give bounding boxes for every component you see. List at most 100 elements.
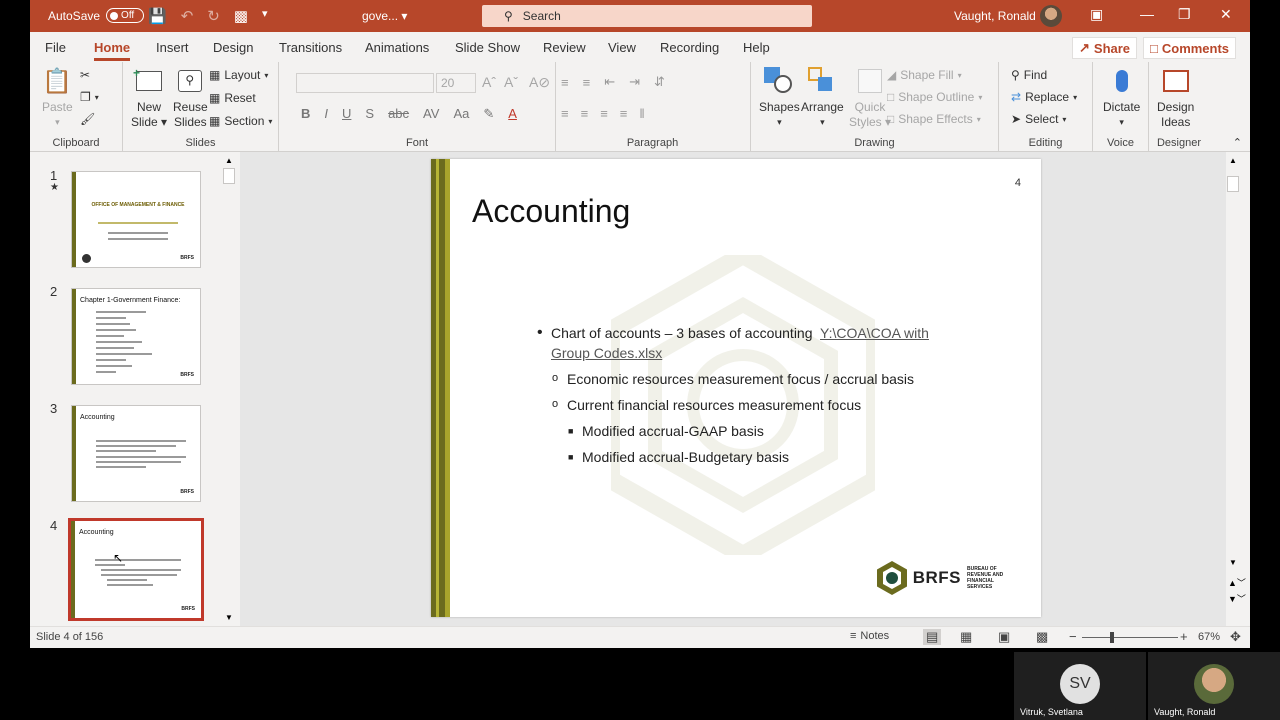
tab-insert[interactable]: Insert: [156, 40, 189, 55]
char-spacing-icon[interactable]: AV: [423, 106, 439, 122]
scroll-up-icon[interactable]: ▲: [225, 156, 233, 165]
reading-view-icon[interactable]: ▣: [998, 629, 1010, 645]
tab-help[interactable]: Help: [743, 40, 770, 55]
slide-scroll-thumb[interactable]: [1227, 176, 1239, 192]
collapse-ribbon-icon[interactable]: ⌃: [1233, 136, 1242, 149]
zoom-out-icon[interactable]: −: [1069, 629, 1077, 644]
justify-icon[interactable]: ≡: [620, 106, 628, 121]
comments-button[interactable]: □ Comments: [1143, 37, 1237, 59]
line-spacing-icon[interactable]: ⇵: [654, 74, 665, 90]
scroll-down-icon[interactable]: ▼: [1229, 558, 1237, 567]
zoom-level[interactable]: 67%: [1198, 631, 1220, 643]
tab-transitions[interactable]: Transitions: [279, 40, 342, 55]
quick-styles-button[interactable]: Quick Styles ▾: [849, 66, 891, 130]
cut-icon[interactable]: ✂: [80, 68, 90, 82]
arrange-button[interactable]: Arrange ▾: [801, 66, 844, 130]
format-painter-icon[interactable]: 🖌: [80, 112, 95, 126]
shadow-icon[interactable]: S: [365, 106, 374, 122]
increase-indent-icon[interactable]: ⇥: [629, 74, 640, 90]
reset-button[interactable]: ▦ Reset: [209, 91, 256, 105]
present-icon[interactable]: ▩: [234, 7, 248, 25]
tab-view[interactable]: View: [608, 40, 636, 55]
bullets-icon[interactable]: ≡: [561, 75, 569, 90]
tab-slide-show[interactable]: Slide Show: [455, 40, 520, 55]
columns-icon[interactable]: ‖: [639, 106, 644, 121]
dictate-button[interactable]: Dictate ▾: [1103, 66, 1140, 130]
current-slide[interactable]: 4 Accounting Chart of accounts – 3 bases…: [431, 159, 1041, 617]
tab-design[interactable]: Design: [213, 40, 253, 55]
numbering-icon[interactable]: ≡: [583, 75, 591, 90]
shapes-button[interactable]: Shapes ▾: [759, 66, 800, 130]
bold-icon[interactable]: B: [301, 106, 310, 122]
strikethrough-icon[interactable]: abc: [388, 106, 409, 122]
align-center-icon[interactable]: ≡: [581, 106, 589, 121]
slide-thumbnail-1[interactable]: OFFICE OF MANAGEMENT & FINANCE BRFS: [71, 171, 201, 268]
select-button[interactable]: ➤ Select ▾: [1011, 112, 1066, 126]
document-title[interactable]: gove... ▾: [362, 9, 407, 23]
redo-icon[interactable]: ↻: [207, 7, 220, 25]
tab-home[interactable]: Home: [94, 40, 131, 61]
find-button[interactable]: ⚲ Find: [1011, 68, 1047, 82]
tab-file[interactable]: File: [45, 40, 66, 55]
autosave-toggle[interactable]: Off: [106, 8, 145, 23]
search-box[interactable]: ⚲ Search: [482, 5, 812, 27]
font-name-box[interactable]: [296, 73, 434, 93]
undo-icon[interactable]: ↶: [181, 7, 194, 25]
italic-icon[interactable]: I: [324, 106, 328, 122]
restore-icon[interactable]: ❐: [1178, 6, 1191, 23]
replace-button[interactable]: ⇄ Replace ▾: [1011, 90, 1077, 104]
tab-animations[interactable]: Animations: [365, 40, 429, 55]
account-avatar[interactable]: [1040, 5, 1062, 27]
decrease-indent-icon[interactable]: ⇤: [604, 74, 615, 90]
thumbnail-scrollbar[interactable]: ▲ ▼: [222, 152, 236, 626]
minimize-icon[interactable]: —: [1140, 6, 1154, 22]
copy-icon[interactable]: ❐ ▾: [80, 90, 99, 104]
highlight-icon[interactable]: ✎: [483, 106, 494, 122]
font-color-icon[interactable]: A: [508, 106, 517, 122]
file-link[interactable]: Y:\COA\COA with: [820, 325, 929, 341]
close-icon[interactable]: ✕: [1220, 6, 1232, 23]
thumbnail-scroll-thumb[interactable]: [223, 168, 235, 184]
align-left-icon[interactable]: ≡: [561, 106, 569, 121]
scroll-up-icon[interactable]: ▲: [1229, 156, 1237, 165]
section-button[interactable]: ▦ Section ▾: [209, 114, 272, 128]
scroll-down-icon[interactable]: ▼: [225, 613, 233, 622]
shape-outline-button[interactable]: □ Shape Outline ▾: [887, 90, 982, 104]
share-button[interactable]: ↗ Share: [1072, 37, 1138, 59]
shrink-font-icon[interactable]: Aˇ: [504, 74, 518, 90]
grow-font-icon[interactable]: Aˆ: [482, 74, 496, 90]
slide-sorter-icon[interactable]: ▦: [960, 629, 972, 645]
underline-icon[interactable]: U: [342, 106, 351, 122]
reuse-slides-button[interactable]: ⚲ Reuse Slides: [173, 66, 208, 130]
slide-thumbnail-3[interactable]: Accounting BRFS: [71, 405, 201, 502]
file-link-continued[interactable]: Group Codes.xlsx: [551, 345, 662, 361]
tab-recording[interactable]: Recording: [660, 40, 719, 55]
font-size-box[interactable]: 20: [436, 73, 476, 93]
change-case-icon[interactable]: Aa: [453, 106, 469, 122]
slide-title[interactable]: Accounting: [472, 193, 630, 230]
previous-slide-icon[interactable]: ▲﹀: [1228, 576, 1246, 589]
layout-button[interactable]: ▦ Layout ▾: [209, 68, 268, 82]
clear-format-icon[interactable]: A⊘: [529, 74, 550, 91]
paste-button[interactable]: 📋 Paste ▾: [42, 66, 73, 130]
slide-thumbnail-4-selected[interactable]: Accounting BRFS ↖: [68, 518, 204, 621]
zoom-slider-thumb[interactable]: [1110, 632, 1114, 643]
slide-scrollbar[interactable]: ▲ ▼ ▲﹀ ▼﹀: [1226, 152, 1246, 626]
shape-effects-button[interactable]: □ Shape Effects ▾: [887, 112, 981, 126]
zoom-slider[interactable]: [1082, 637, 1178, 638]
autosave-control[interactable]: AutoSave Off: [48, 8, 145, 23]
normal-view-icon[interactable]: ▤: [923, 629, 942, 645]
notes-button[interactable]: ≡ Notes: [850, 630, 889, 642]
slide-body-text[interactable]: Chart of accounts – 3 bases of accountin…: [537, 323, 997, 467]
customize-qat-icon[interactable]: ▾: [262, 7, 268, 25]
tab-review[interactable]: Review: [543, 40, 586, 55]
new-slide-button[interactable]: + New Slide ▾: [131, 66, 167, 130]
ribbon-display-icon[interactable]: ▣: [1090, 6, 1103, 23]
slide-thumbnail-2[interactable]: Chapter 1-Government Finance: BRFS: [71, 288, 201, 385]
align-right-icon[interactable]: ≡: [600, 106, 608, 121]
fit-to-window-icon[interactable]: ✥: [1230, 629, 1241, 645]
shape-fill-button[interactable]: ◢ Shape Fill ▾: [887, 68, 962, 82]
account-name[interactable]: Vaught, Ronald: [954, 9, 1036, 23]
next-slide-icon[interactable]: ▼﹀: [1228, 592, 1246, 605]
zoom-in-icon[interactable]: +: [1180, 629, 1188, 644]
